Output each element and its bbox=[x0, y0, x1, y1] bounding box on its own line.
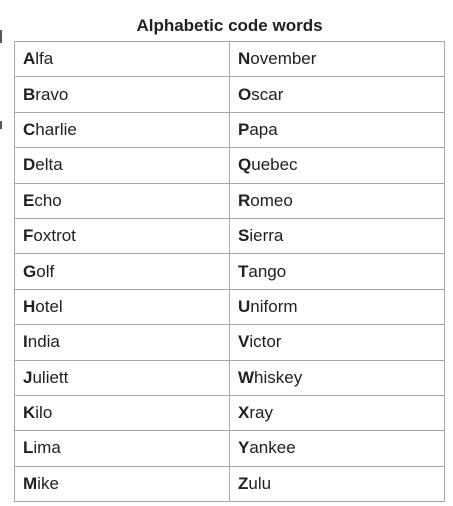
table-cell: Echo bbox=[14, 182, 230, 219]
table-cell: Sierra bbox=[229, 217, 445, 255]
code-word-rest: otel bbox=[35, 296, 63, 316]
code-word-rest: elta bbox=[35, 155, 63, 175]
table-cell: Kilo bbox=[14, 394, 230, 432]
code-word-rest: ictor bbox=[249, 332, 282, 352]
table-cell: Papa bbox=[229, 111, 445, 149]
table-cell: Alfa bbox=[14, 40, 230, 78]
code-word-initial: L bbox=[23, 438, 34, 458]
code-word-rest: ndia bbox=[27, 332, 60, 352]
code-word-rest: harlie bbox=[35, 119, 77, 139]
table-cell: Juliett bbox=[14, 359, 230, 396]
code-word-initial: N bbox=[238, 49, 251, 69]
code-word-rest: uebec bbox=[251, 155, 298, 175]
code-word-initial: M bbox=[23, 473, 38, 493]
code-word-rest: ima bbox=[33, 438, 61, 458]
table-row: India Victor bbox=[14, 324, 445, 361]
table-cell: November bbox=[229, 40, 445, 78]
code-word-rest: ango bbox=[248, 261, 287, 281]
code-word-rest: oxtrot bbox=[33, 226, 76, 246]
code-word-rest: cho bbox=[34, 190, 62, 210]
code-word-initial: C bbox=[23, 119, 36, 139]
code-word-initial: U bbox=[238, 296, 251, 316]
table-cell: Delta bbox=[14, 147, 230, 184]
table-cell: Yankee bbox=[229, 430, 445, 467]
code-word-rest: lfa bbox=[35, 49, 54, 69]
code-word-initial: V bbox=[238, 332, 250, 352]
table-cell: Victor bbox=[229, 324, 445, 361]
table-row: Echo Romeo bbox=[14, 182, 445, 219]
code-word-initial: X bbox=[238, 403, 250, 423]
table-row: Juliett Whiskey bbox=[14, 359, 445, 396]
code-word-rest: olf bbox=[36, 261, 55, 281]
code-word-initial: E bbox=[23, 190, 35, 210]
table-row: Foxtrot Sierra bbox=[14, 217, 445, 255]
page: Alphabetic code words Alfa November Brav… bbox=[0, 0, 453, 506]
table-cell: Uniform bbox=[229, 288, 445, 326]
code-words-table: Alfa November Bravo Oscar Charlie Papa D… bbox=[14, 40, 445, 503]
code-word-initial: S bbox=[238, 226, 250, 246]
code-word-initial: K bbox=[23, 403, 36, 423]
table-cell: Oscar bbox=[229, 76, 445, 113]
table-cell: Lima bbox=[14, 430, 230, 467]
table-row: Kilo Xray bbox=[14, 394, 445, 432]
table-cell: Golf bbox=[14, 253, 230, 290]
code-word-initial: T bbox=[238, 261, 249, 281]
table-cell: Charlie bbox=[14, 111, 230, 149]
code-word-rest: hiskey bbox=[254, 367, 303, 387]
code-word-initial: F bbox=[23, 226, 34, 246]
table-cell: Mike bbox=[14, 465, 230, 503]
table-cell: Xray bbox=[229, 394, 445, 432]
table-cell: Quebec bbox=[229, 147, 445, 184]
code-word-initial: Y bbox=[238, 438, 250, 458]
code-word-rest: uliett bbox=[32, 367, 69, 387]
table-row: Alfa November bbox=[14, 40, 445, 78]
edge-mark bbox=[0, 30, 2, 43]
code-word-initial: G bbox=[23, 261, 37, 281]
code-word-initial: W bbox=[238, 367, 255, 387]
table-cell: Foxtrot bbox=[14, 217, 230, 255]
table-cell: Whiskey bbox=[229, 359, 445, 396]
code-word-rest: ovember bbox=[250, 49, 317, 69]
table-cell: Romeo bbox=[229, 182, 445, 219]
table-row: Bravo Oscar bbox=[14, 76, 445, 113]
table-row: Golf Tango bbox=[14, 253, 445, 290]
code-word-rest: omeo bbox=[250, 190, 293, 210]
code-word-rest: ankee bbox=[249, 438, 296, 458]
code-word-initial: Z bbox=[238, 473, 249, 493]
edge-mark bbox=[0, 121, 2, 129]
code-word-rest: ierra bbox=[249, 226, 284, 246]
code-word-rest: apa bbox=[249, 119, 278, 139]
code-word-rest: ulu bbox=[248, 473, 272, 493]
table-cell: Bravo bbox=[14, 76, 230, 113]
code-word-rest: ike bbox=[37, 473, 59, 493]
table-cell: Tango bbox=[229, 253, 445, 290]
table-row: Lima Yankee bbox=[14, 430, 445, 467]
code-word-initial: D bbox=[23, 155, 36, 175]
table-cell: Hotel bbox=[14, 288, 230, 326]
code-word-initial: O bbox=[238, 84, 252, 104]
table-row: Mike Zulu bbox=[14, 465, 445, 503]
code-word-rest: ray bbox=[249, 403, 273, 423]
code-word-rest: scar bbox=[251, 84, 284, 104]
table-row: Hotel Uniform bbox=[14, 288, 445, 326]
code-word-initial: B bbox=[23, 84, 36, 104]
code-word-initial: H bbox=[23, 296, 36, 316]
code-word-initial: A bbox=[23, 49, 36, 69]
code-word-initial: Q bbox=[238, 155, 252, 175]
code-word-rest: ravo bbox=[35, 84, 69, 104]
code-word-initial: P bbox=[238, 119, 250, 139]
table-row: Delta Quebec bbox=[14, 147, 445, 184]
table-cell: India bbox=[14, 324, 230, 361]
table-caption: Alphabetic code words bbox=[136, 16, 323, 35]
code-word-rest: niform bbox=[250, 296, 298, 316]
table-row: Charlie Papa bbox=[14, 111, 445, 149]
code-word-rest: ilo bbox=[35, 403, 53, 423]
table-cell: Zulu bbox=[229, 465, 445, 503]
code-word-initial: R bbox=[238, 190, 251, 210]
